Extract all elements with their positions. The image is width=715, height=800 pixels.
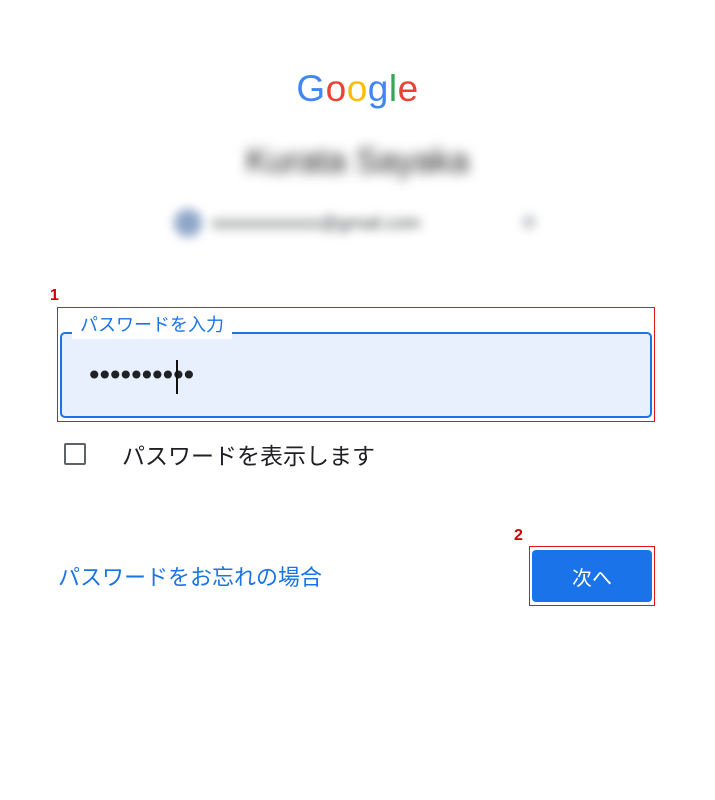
chevron-down-icon xyxy=(522,215,536,229)
annotation-marker-2: 2 xyxy=(514,527,523,544)
logo-letter-g2: g xyxy=(367,68,389,109)
logo-letter-o1: o xyxy=(325,68,347,109)
next-button[interactable]: 次へ xyxy=(532,550,652,602)
logo-letter-e: e xyxy=(397,68,419,109)
logo-letter-l: l xyxy=(388,68,398,109)
account-chip[interactable]: xxxxxxxxxxxx@gmail.com xyxy=(168,205,540,243)
forgot-password-link[interactable]: パスワードをお忘れの場合 xyxy=(58,560,322,592)
text-caret xyxy=(176,360,178,394)
show-password-checkbox[interactable] xyxy=(64,443,86,465)
annotation-marker-1: 1 xyxy=(50,287,59,304)
password-input[interactable]: •••••••••• xyxy=(60,332,652,418)
account-email: xxxxxxxxxxxx@gmail.com xyxy=(212,213,421,233)
password-page: Google Kurata Sayaka xxxxxxxxxxxx@gmail.… xyxy=(0,0,715,800)
logo-letter-g1: G xyxy=(296,68,326,109)
account-name: Kurata Sayaka xyxy=(245,142,470,180)
avatar-icon xyxy=(174,209,202,237)
google-logo: Google xyxy=(0,68,715,110)
password-input-label: パスワードを入力 xyxy=(72,313,232,339)
logo-letter-o2: o xyxy=(346,68,368,109)
show-password-toggle[interactable]: パスワードを表示します xyxy=(64,436,375,472)
show-password-label: パスワードを表示します xyxy=(122,444,375,470)
